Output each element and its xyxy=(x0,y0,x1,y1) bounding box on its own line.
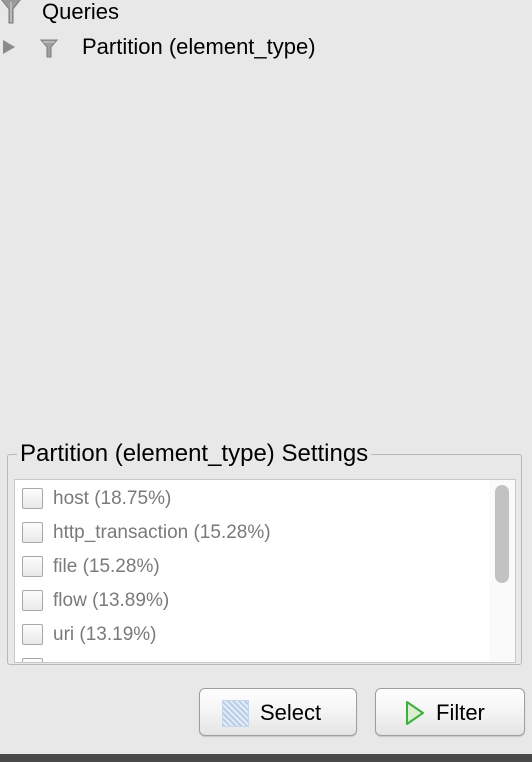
queries-label: Queries xyxy=(42,0,120,24)
checkbox[interactable] xyxy=(22,658,43,662)
select-button-label: Select xyxy=(260,700,322,725)
play-arrow-icon xyxy=(406,701,424,725)
scrollbar-thumb[interactable] xyxy=(495,485,509,583)
partition-label: Partition (element_type) xyxy=(82,34,316,59)
funnel-icon xyxy=(40,39,58,58)
list-item-label: flow (13.89%) xyxy=(53,590,170,611)
list-item-label: http_transaction (15.28%) xyxy=(53,522,271,543)
list-item-partial[interactable] xyxy=(15,653,495,662)
list-item[interactable]: http_transaction (15.28%) xyxy=(15,517,495,551)
selection-icon xyxy=(222,700,249,727)
expand-arrow-icon[interactable] xyxy=(2,39,16,55)
tree-item-partition[interactable]: Partition (element_type) xyxy=(0,33,532,61)
list-item-label: file (15.28%) xyxy=(53,556,160,577)
list-scrollbar[interactable] xyxy=(489,480,515,662)
filter-button[interactable]: Filter xyxy=(375,688,525,736)
list-item[interactable]: flow (13.89%) xyxy=(15,585,495,619)
queries-tree-root[interactable]: Queries xyxy=(0,0,532,26)
checkbox[interactable] xyxy=(22,556,43,577)
partition-value-list[interactable]: host (18.75%) http_transaction (15.28%) … xyxy=(14,479,516,663)
select-button[interactable]: Select xyxy=(199,688,357,736)
checkbox[interactable] xyxy=(22,522,43,543)
list-item-label: uri (13.19%) xyxy=(53,624,157,645)
checkbox[interactable] xyxy=(22,624,43,645)
list-item[interactable]: file (15.28%) xyxy=(15,551,495,585)
filter-button-label: Filter xyxy=(436,700,485,725)
list-item[interactable]: uri (13.19%) xyxy=(15,619,495,653)
list-item-label: host (18.75%) xyxy=(53,488,172,509)
window-bottom-edge xyxy=(0,754,532,762)
list-item[interactable]: host (18.75%) xyxy=(15,483,495,517)
checkbox[interactable] xyxy=(22,590,43,611)
settings-title: Partition (element_type) Settings xyxy=(17,439,372,469)
funnel-icon xyxy=(1,0,21,24)
checkbox[interactable] xyxy=(22,488,43,509)
